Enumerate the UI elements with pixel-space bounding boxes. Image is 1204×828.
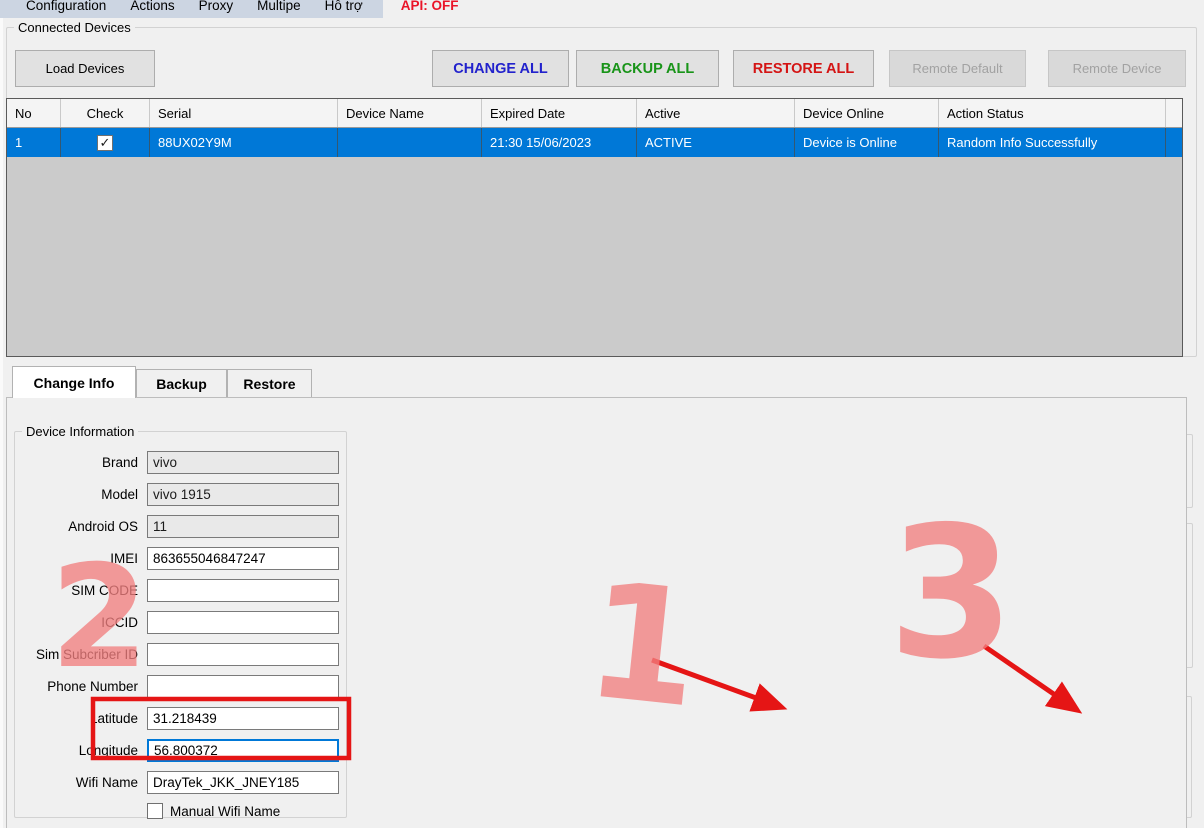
- imei-field[interactable]: [147, 547, 339, 570]
- window-left-edge: [0, 0, 3, 828]
- cell-expired-date: 21:30 15/06/2023: [482, 128, 637, 157]
- tab-backup[interactable]: Backup: [136, 369, 227, 398]
- android-os-field: [147, 515, 339, 538]
- device-information-legend: Device Information: [22, 424, 138, 439]
- field-row-imei: IMEI: [20, 542, 340, 574]
- device-table-header: No Check Serial Device Name Expired Date…: [7, 99, 1182, 128]
- wifi-name-field[interactable]: [147, 771, 339, 794]
- cell-no: 1: [7, 128, 61, 157]
- app-window: { "menu": { "items": ["Configuration", "…: [0, 0, 1204, 828]
- col-header-action-status[interactable]: Action Status: [939, 99, 1166, 127]
- iccid-field[interactable]: [147, 611, 339, 634]
- wifi-name-label: Wifi Name: [20, 775, 147, 790]
- field-row-android-os: Android OS: [20, 510, 340, 542]
- change-all-button[interactable]: CHANGE ALL: [432, 50, 569, 87]
- menu-actions[interactable]: Actions: [118, 0, 186, 14]
- menu-bar: Configuration Actions Proxy Multipe Hỗ t…: [0, 0, 1204, 18]
- cell-device-name: [338, 128, 482, 157]
- device-table: No Check Serial Device Name Expired Date…: [6, 98, 1183, 357]
- field-row-longitude: Longitude: [20, 734, 340, 766]
- cell-action-status: Random Info Successfully: [939, 128, 1166, 157]
- table-row[interactable]: 1 ✓ 88UX02Y9M 21:30 15/06/2023 ACTIVE De…: [7, 128, 1182, 157]
- field-row-sim-subcriber-id: Sim Subcriber ID: [20, 638, 340, 670]
- manual-wifi-label: Manual Wifi Name: [170, 804, 280, 819]
- menu-api-status[interactable]: API: OFF: [401, 0, 459, 14]
- connected-devices-legend: Connected Devices: [14, 20, 135, 35]
- manual-wifi-checkbox[interactable]: [147, 803, 163, 819]
- android-os-label: Android OS: [20, 519, 147, 534]
- longitude-field[interactable]: [147, 739, 339, 762]
- sim-subcriber-id-field[interactable]: [147, 643, 339, 666]
- field-row-manual-wifi: Manual Wifi Name: [20, 798, 340, 824]
- phone-number-label: Phone Number: [20, 679, 147, 694]
- col-header-active[interactable]: Active: [637, 99, 795, 127]
- menu-strip: Configuration Actions Proxy Multipe Hỗ t…: [0, 0, 383, 18]
- col-header-filler: [1166, 99, 1182, 127]
- field-row-brand: Brand: [20, 446, 340, 478]
- col-header-device-name[interactable]: Device Name: [338, 99, 482, 127]
- phone-number-field[interactable]: [147, 675, 339, 698]
- cell-filler: [1166, 128, 1182, 157]
- tab-change-info[interactable]: Change Info: [12, 366, 136, 398]
- col-header-check[interactable]: Check: [61, 99, 150, 127]
- field-row-latitude: Latitude: [20, 702, 340, 734]
- field-row-iccid: ICCID: [20, 606, 340, 638]
- col-header-expired-date[interactable]: Expired Date: [482, 99, 637, 127]
- latitude-field[interactable]: [147, 707, 339, 730]
- cell-active: ACTIVE: [637, 128, 795, 157]
- load-devices-button[interactable]: Load Devices: [15, 50, 155, 87]
- imei-label: IMEI: [20, 551, 147, 566]
- col-header-serial[interactable]: Serial: [150, 99, 338, 127]
- device-information-fields: Brand Model Android OS IMEI SIM CODE ICC…: [20, 446, 340, 824]
- remote-default-button: Remote Default: [889, 50, 1026, 87]
- col-header-no[interactable]: No: [7, 99, 61, 127]
- brand-field: [147, 451, 339, 474]
- cell-serial: 88UX02Y9M: [150, 128, 338, 157]
- menu-configuration[interactable]: Configuration: [14, 0, 118, 14]
- backup-all-button[interactable]: BACKUP ALL: [576, 50, 719, 87]
- model-label: Model: [20, 487, 147, 502]
- longitude-label: Longitude: [20, 743, 147, 758]
- menu-ho-tro[interactable]: Hỗ trợ: [313, 0, 375, 14]
- row-checkbox[interactable]: ✓: [97, 135, 113, 151]
- field-row-phone-number: Phone Number: [20, 670, 340, 702]
- iccid-label: ICCID: [20, 615, 147, 630]
- menu-multipe[interactable]: Multipe: [245, 0, 313, 14]
- sim-code-field[interactable]: [147, 579, 339, 602]
- brand-label: Brand: [20, 455, 147, 470]
- cell-check: ✓: [61, 128, 150, 157]
- menu-proxy[interactable]: Proxy: [187, 0, 246, 14]
- remote-device-button: Remote Device: [1048, 50, 1186, 87]
- sim-subcriber-id-label: Sim Subcriber ID: [20, 647, 147, 662]
- field-row-sim-code: SIM CODE: [20, 574, 340, 606]
- restore-all-button[interactable]: RESTORE ALL: [733, 50, 874, 87]
- col-header-device-online[interactable]: Device Online: [795, 99, 939, 127]
- field-row-wifi-name: Wifi Name: [20, 766, 340, 798]
- field-row-model: Model: [20, 478, 340, 510]
- cell-device-online: Device is Online: [795, 128, 939, 157]
- sim-code-label: SIM CODE: [20, 583, 147, 598]
- tab-restore[interactable]: Restore: [227, 369, 312, 398]
- latitude-label: Latitude: [20, 711, 147, 726]
- model-field: [147, 483, 339, 506]
